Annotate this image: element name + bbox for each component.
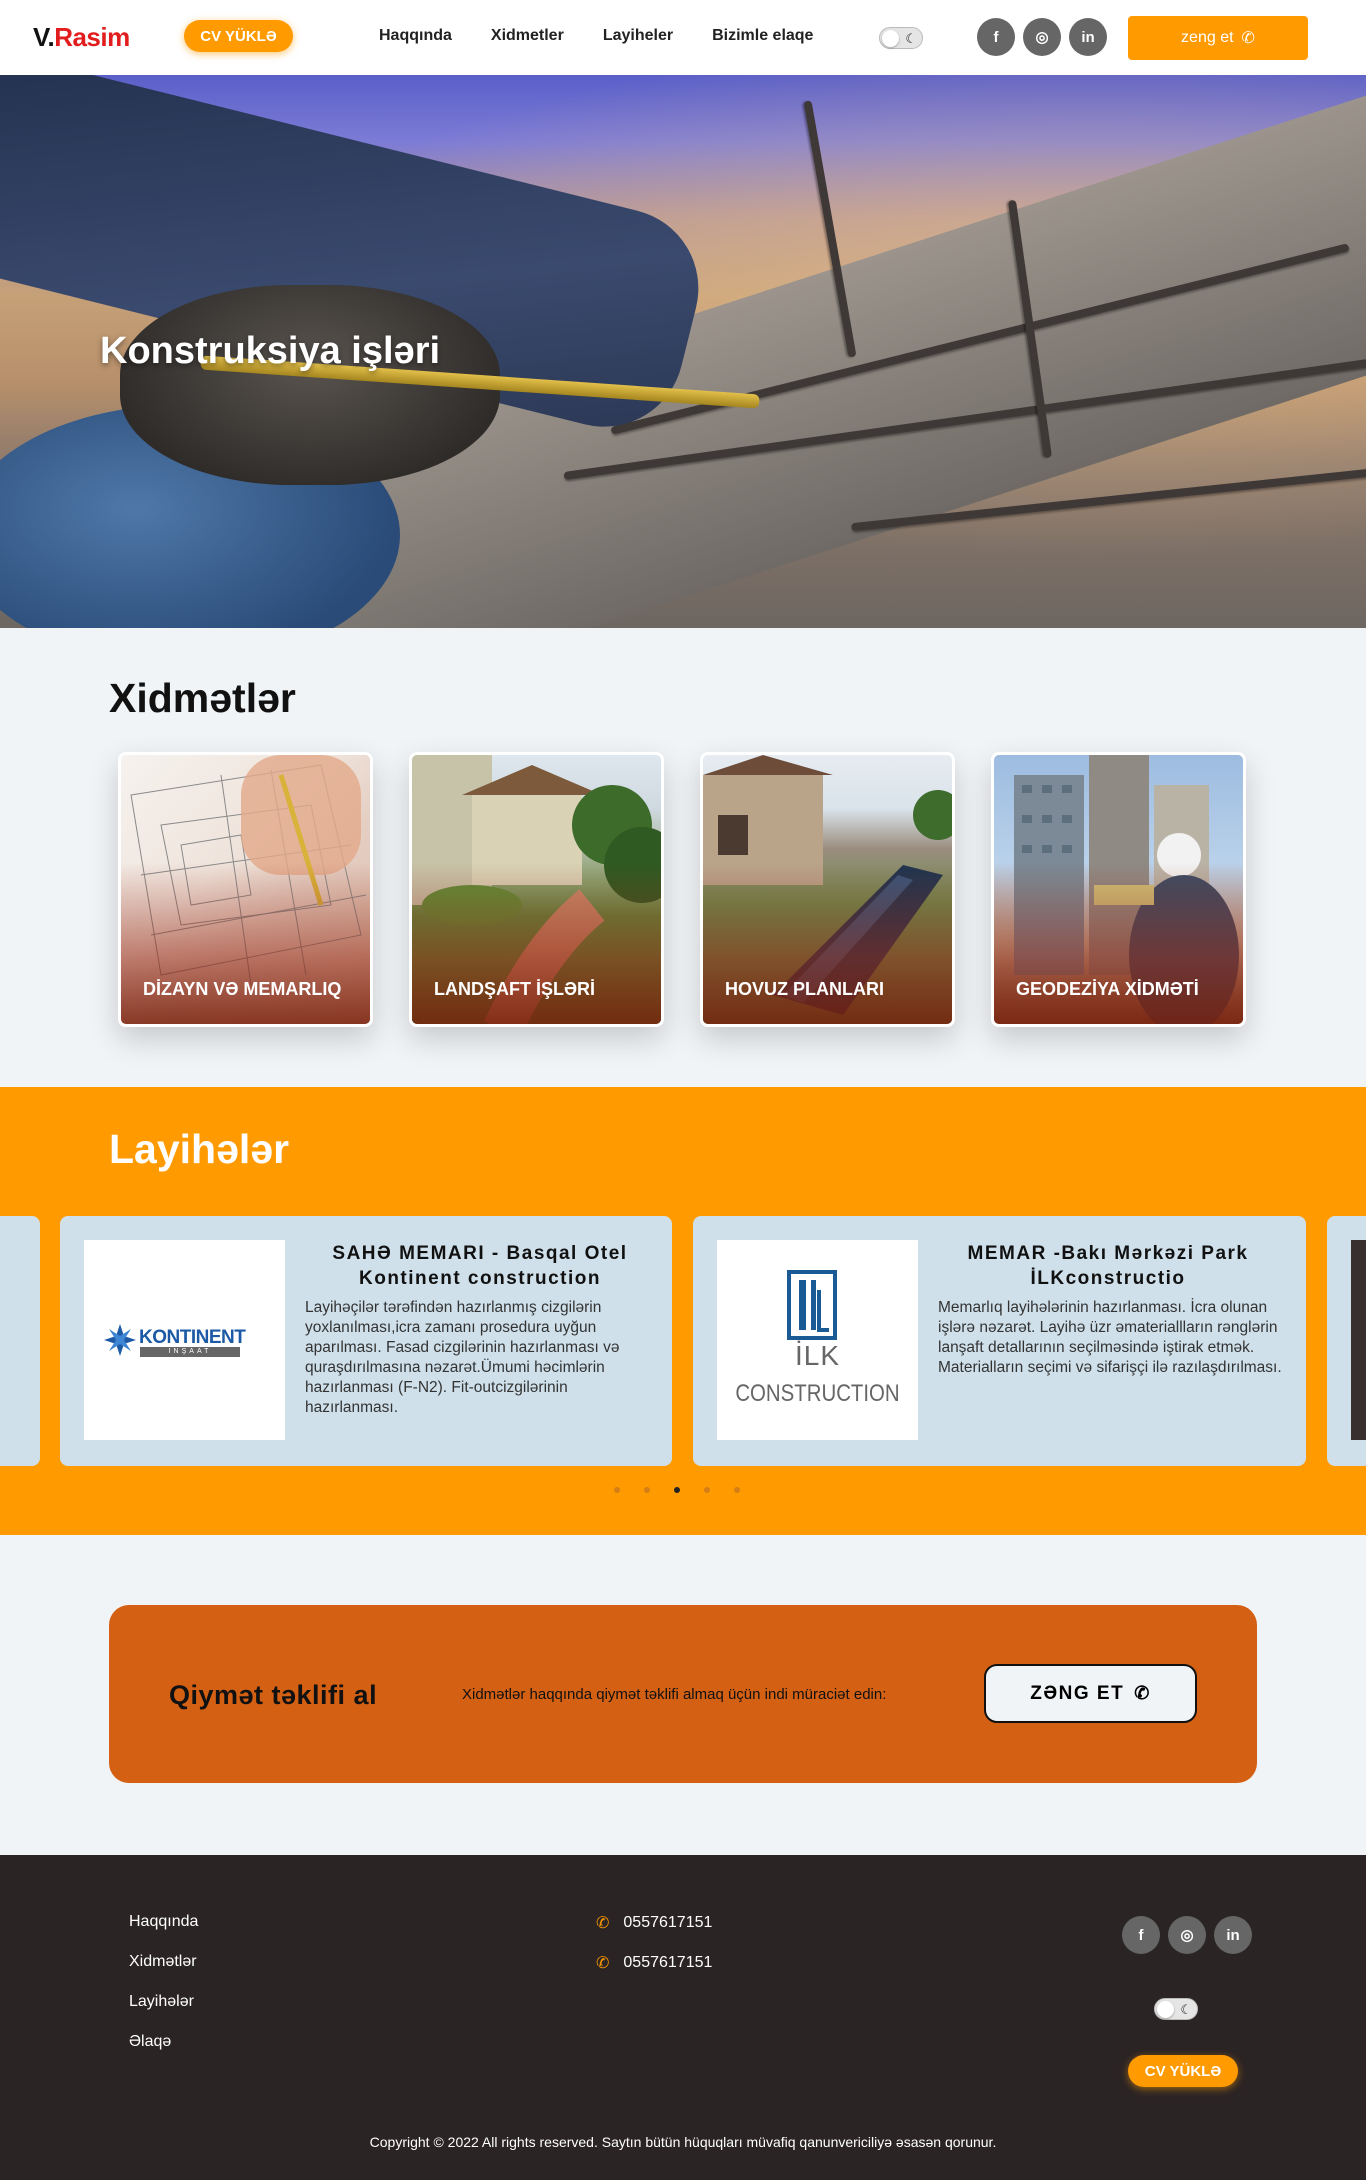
project-logo-sub: İNŞAAT xyxy=(140,1347,240,1357)
footer-phone[interactable]: ✆ 0557617151 xyxy=(596,1953,712,1973)
cv-download-button[interactable]: CV YÜKLƏ xyxy=(184,20,293,52)
nav-contact[interactable]: Bizimle elaqe xyxy=(712,27,813,45)
nav-services[interactable]: Xidmetler xyxy=(491,27,564,45)
service-label: HOVUZ PLANLARI xyxy=(725,979,884,999)
site-footer: Haqqında Xidmətlər Layihələr Əlaqə ✆ 055… xyxy=(0,1855,1366,2180)
service-card-geodesy[interactable]: GEODEZİYA XİDMƏTİ xyxy=(991,752,1246,1027)
call-button-label: zeng et xyxy=(1181,29,1234,46)
copyright: Copyright © 2022 All rights reserved. Sa… xyxy=(369,2134,997,2150)
carousel-dot[interactable] xyxy=(614,1487,620,1493)
quote-text: Xidmətlər haqqında qiymət təklifi almaq … xyxy=(462,1686,887,1703)
logo-name: Rasim xyxy=(54,22,130,52)
project-title: MEMAR -Bakı Mərkəzi Park İLKconstructio xyxy=(967,1243,1249,1289)
project-card-partial-right[interactable] xyxy=(1327,1216,1366,1466)
logo[interactable]: V.Rasim xyxy=(33,22,130,53)
quote-call-button[interactable]: ZƏNG ET ✆ xyxy=(984,1664,1197,1723)
service-card-design[interactable]: DİZAYN VƏ MEMARLIQ xyxy=(118,752,373,1027)
carousel-dot[interactable] xyxy=(734,1487,740,1493)
instagram-icon[interactable]: ◎ xyxy=(1168,1916,1206,1954)
phone-icon: ✆ xyxy=(596,1955,610,1972)
quote-call-label: ZƏNG ET xyxy=(1030,1682,1125,1704)
footer-phone-number: 0557617151 xyxy=(623,1954,713,1971)
footer-cv-download-button[interactable]: CV YÜKLƏ xyxy=(1128,2055,1238,2087)
toggle-knob xyxy=(882,30,899,47)
project-logo: İLK CONSTRUCTION xyxy=(717,1240,918,1440)
project-logo xyxy=(1351,1240,1366,1440)
moon-icon: ☾ xyxy=(1180,2002,1192,2017)
project-description: Memarlıq layihələrinin hazırlanması. İcr… xyxy=(938,1299,1282,1376)
carousel-dot[interactable] xyxy=(704,1487,710,1493)
project-card-partial-left[interactable] xyxy=(0,1216,40,1466)
project-logo-main: KONTINENT xyxy=(139,1327,246,1348)
footer-link-contact[interactable]: Əlaqə xyxy=(129,2033,171,2051)
project-logo-main: İLK xyxy=(794,1340,841,1371)
toggle-knob xyxy=(1157,2001,1174,2018)
site-header: V.Rasim CV YÜKLƏ Haqqında Xidmetler Layi… xyxy=(0,0,1366,75)
linkedin-icon[interactable]: in xyxy=(1069,18,1107,56)
phone-icon: ✆ xyxy=(596,1915,610,1932)
project-card[interactable]: KONTINENT İNŞAAT SAHƏ MEMARI - Basqal Ot… xyxy=(60,1216,672,1466)
main-nav: Haqqında Xidmetler Layiheler Bizimle ela… xyxy=(379,27,852,45)
carousel-dots xyxy=(614,1487,740,1493)
call-button[interactable]: zeng et ✆ xyxy=(1128,16,1308,60)
service-label: GEODEZİYA XİDMƏTİ xyxy=(1016,979,1199,999)
service-label: LANDŞAFT İŞLƏRİ xyxy=(434,979,596,999)
project-logo: KONTINENT İNŞAAT xyxy=(84,1240,285,1440)
footer-link-projects[interactable]: Layihələr xyxy=(129,1993,194,2011)
facebook-icon[interactable]: f xyxy=(1122,1916,1160,1954)
footer-link-about[interactable]: Haqqında xyxy=(129,1913,198,1931)
carousel-dot-active[interactable] xyxy=(674,1487,680,1493)
project-description: Layihəçilər tərəfindən hazırlanmış cizgi… xyxy=(305,1299,620,1416)
quote-banner: Qiymət təklifi al Xidmətlər haqqında qiy… xyxy=(109,1605,1257,1783)
footer-phone[interactable]: ✆ 0557617151 xyxy=(596,1913,712,1933)
carousel-dot[interactable] xyxy=(644,1487,650,1493)
footer-social: f ◎ in xyxy=(1122,1916,1252,1954)
projects-title: Layihələr xyxy=(109,1126,290,1172)
hero-title: Konstruksiya işləri xyxy=(100,330,441,372)
services-title: Xidmətlər xyxy=(109,675,296,721)
quote-title: Qiymət təklifi al xyxy=(169,1680,378,1710)
phone-icon: ✆ xyxy=(1241,30,1255,47)
moon-icon: ☾ xyxy=(905,31,917,46)
project-card[interactable]: İLK CONSTRUCTION MEMAR -Bakı Mərkəzi Par… xyxy=(693,1216,1306,1466)
project-logo-sub: CONSTRUCTION xyxy=(735,1380,900,1407)
footer-phone-number: 0557617151 xyxy=(623,1914,713,1931)
instagram-icon[interactable]: ◎ xyxy=(1023,18,1061,56)
service-card-landscape[interactable]: LANDŞAFT İŞLƏRİ xyxy=(409,752,664,1027)
service-card-pool[interactable]: HOVUZ PLANLARI xyxy=(700,752,955,1027)
service-label: DİZAYN VƏ MEMARLIQ xyxy=(143,979,342,999)
nav-about[interactable]: Haqqında xyxy=(379,27,452,45)
linkedin-icon[interactable]: in xyxy=(1214,1916,1252,1954)
facebook-icon[interactable]: f xyxy=(977,18,1015,56)
header-social: f ◎ in xyxy=(977,18,1107,56)
nav-projects[interactable]: Layiheler xyxy=(603,27,673,45)
logo-prefix: V. xyxy=(33,22,55,52)
theme-toggle[interactable]: ☾ xyxy=(879,27,923,49)
footer-theme-toggle[interactable]: ☾ xyxy=(1154,1998,1198,2020)
footer-link-services[interactable]: Xidmətlər xyxy=(129,1953,197,1971)
phone-icon: ✆ xyxy=(1134,1683,1151,1703)
project-title: SAHƏ MEMARI - Basqal Otel Kontinent cons… xyxy=(332,1243,628,1289)
